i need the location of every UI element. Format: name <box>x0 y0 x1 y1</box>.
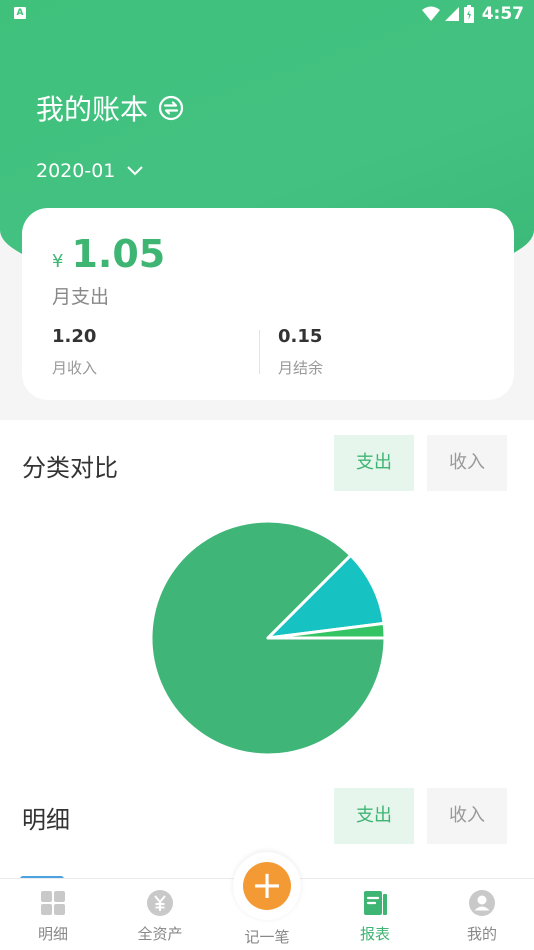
wifi-icon <box>421 6 440 21</box>
user-icon <box>469 890 495 916</box>
income-value: 1.20 <box>52 326 97 347</box>
category-title: 分类对比 <box>22 454 118 482</box>
monthly-expense: ¥ 1.05 <box>52 232 165 276</box>
status-icons: 4:57 <box>421 4 524 24</box>
status-bar: A 4:57 <box>0 0 534 28</box>
add-record-button[interactable]: + <box>233 852 301 920</box>
tab-report-label: 报表 <box>359 925 390 943</box>
month-selector[interactable]: 2020-01 <box>36 160 144 182</box>
month-label: 2020-01 <box>36 160 116 182</box>
currency-symbol: ¥ <box>52 251 64 272</box>
category-pie-chart <box>150 520 386 756</box>
balance-value: 0.15 <box>278 326 323 347</box>
plus-icon: + <box>243 862 291 910</box>
status-time: 4:57 <box>481 4 524 24</box>
signal-icon <box>444 7 459 21</box>
detail-title: 明细 <box>22 806 70 834</box>
tab-report[interactable]: 报表 <box>330 889 420 944</box>
tab-assets[interactable]: 全资产 <box>115 889 205 944</box>
income-stat: 1.20 月收入 <box>52 326 97 378</box>
tab-mine-label: 我的 <box>466 925 497 943</box>
category-income-tab[interactable]: 收入 <box>427 435 507 491</box>
detail-income-tab[interactable]: 收入 <box>427 788 507 844</box>
chevron-down-icon <box>127 166 144 176</box>
balance-stat: 0.15 月结余 <box>278 326 323 378</box>
grid-icon <box>41 891 65 915</box>
stat-divider <box>259 330 260 374</box>
tab-detail[interactable]: 明细 <box>8 889 98 944</box>
tab-mine[interactable]: 我的 <box>437 889 527 944</box>
tab-detail-label: 明细 <box>37 925 68 943</box>
book-title-text: 我的账本 <box>36 93 149 126</box>
switch-book-icon[interactable] <box>158 95 184 121</box>
expense-amount: 1.05 <box>71 232 166 276</box>
category-expense-tab[interactable]: 支出 <box>334 435 414 491</box>
battery-icon <box>463 5 474 23</box>
report-content: 分类对比 支出 收入 明细 支出 收入 <box>0 420 534 878</box>
expense-label: 月支出 <box>52 286 110 308</box>
report-book-icon <box>364 891 387 915</box>
detail-expense-tab[interactable]: 支出 <box>334 788 414 844</box>
app-notification-icon: A <box>14 7 26 19</box>
add-record-label: 记一笔 <box>244 928 290 946</box>
summary-card: ¥ 1.05 月支出 1.20 月收入 0.15 月结余 <box>22 208 514 400</box>
book-title[interactable]: 我的账本 <box>36 88 184 128</box>
balance-label: 月结余 <box>278 359 324 377</box>
yen-coin-icon <box>147 890 173 916</box>
income-label: 月收入 <box>52 359 98 377</box>
tab-assets-label: 全资产 <box>137 925 183 943</box>
